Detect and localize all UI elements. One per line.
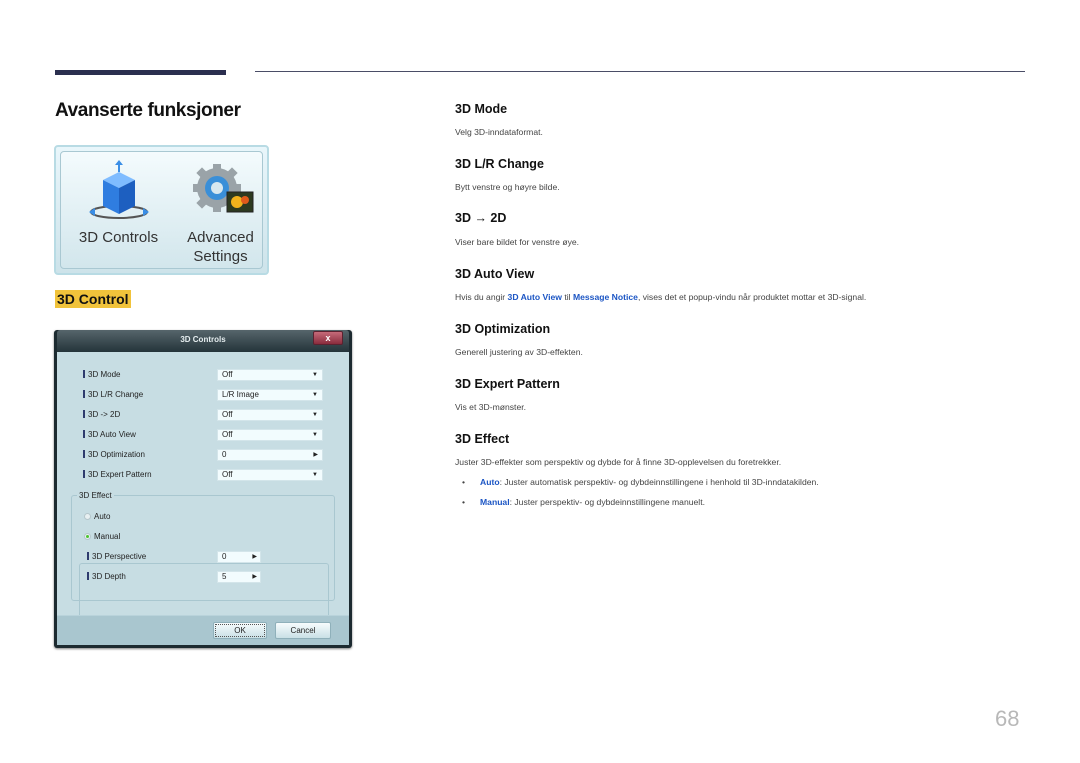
bullet-bar <box>83 430 85 438</box>
gear-picture-icon <box>192 164 253 213</box>
tile-3d-controls[interactable]: 3D Controls <box>71 160 166 247</box>
ok-button[interactable]: OK <box>213 622 267 639</box>
row-label-3d-perspective: 3D Perspective <box>87 552 146 561</box>
close-icon: x <box>325 333 331 343</box>
chevron-down-icon: ▼ <box>312 392 318 398</box>
chevron-down-icon: ▼ <box>312 412 318 418</box>
radio-selected-icon <box>84 533 91 540</box>
3d-cube-icon <box>88 160 149 219</box>
select-3d-expert-pattern[interactable]: Off ▼ <box>217 469 323 481</box>
term-3d-auto-view: 3D Auto View <box>507 292 562 302</box>
select-3d-lr-change[interactable]: L/R Image ▼ <box>217 389 323 401</box>
row-label-3d-mode: 3D Mode <box>83 370 120 379</box>
term-message-notice: Message Notice <box>572 292 638 302</box>
bullet-bar <box>83 410 85 418</box>
row-label-3d-optimization: 3D Optimization <box>83 450 145 459</box>
header-rule-thick <box>55 70 226 75</box>
3d-controls-dialog: 3D Controls x 3D Mode Off ▼ 3D L/R Change… <box>54 330 352 648</box>
tile-label-line2: Settings <box>193 248 248 265</box>
list-item-auto: • Auto: Juster automatisk perspektiv- og … <box>462 477 819 487</box>
close-button[interactable]: x <box>313 331 343 345</box>
bullet: • <box>462 477 466 487</box>
spinner-3d-perspective[interactable]: 0 ▶ <box>217 551 261 563</box>
chevron-right-icon[interactable]: ▶ <box>252 552 257 562</box>
bullet-bar <box>87 572 89 580</box>
bullet-bar <box>83 470 85 478</box>
tile-label-line1: Advanced <box>187 229 254 246</box>
text-3d-to-2d: Viser bare bildet for venstre øye. <box>455 237 580 247</box>
chevron-down-icon: ▼ <box>312 432 318 438</box>
term-manual: Manual <box>480 497 510 507</box>
heading-3d-optimization: 3D Optimization <box>455 322 551 336</box>
row-label-3d-expert-pattern: 3D Expert Pattern <box>83 470 152 479</box>
text-3d-optimization: Generell justering av 3D-effekten. <box>455 347 583 357</box>
bullet-bar <box>83 450 85 458</box>
page-number: 68 <box>995 706 1020 731</box>
chevron-right-icon[interactable]: ▶ <box>313 450 318 460</box>
spinner-3d-depth[interactable]: 5 ▶ <box>217 571 261 583</box>
bullet-bar <box>87 552 89 560</box>
heading-3d-lr-change: 3D L/R Change <box>455 157 544 171</box>
text-3d-effect: Juster 3D-effekter som perspektiv og dyb… <box>455 457 782 467</box>
heading-3d-expert-pattern: 3D Expert Pattern <box>455 377 560 391</box>
select-3d-to-2d[interactable]: Off ▼ <box>217 409 323 421</box>
spinner-3d-optimization[interactable]: 0 ▶ <box>217 449 323 461</box>
icon-panel-inner: 3D Controls Advanced Settings <box>60 151 263 269</box>
radio-auto[interactable]: Auto <box>84 512 110 521</box>
dialog-title: 3D Controls <box>180 335 226 344</box>
row-label-3d-auto-view: 3D Auto View <box>83 430 136 439</box>
row-label-3d-lr-change: 3D L/R Change <box>83 390 143 399</box>
icon-panel: 3D Controls Advanced Settings <box>54 145 269 275</box>
chevron-down-icon: ▼ <box>312 472 318 478</box>
text-3d-expert-pattern: Vis et 3D-mønster. <box>455 402 526 412</box>
tile-advanced-settings[interactable]: Advanced Settings <box>173 160 268 266</box>
bullet-bar <box>83 370 85 378</box>
bullet: • <box>462 497 466 507</box>
page-title: Avanserte funksjoner <box>55 100 241 121</box>
radio-manual[interactable]: Manual <box>84 532 124 541</box>
term-auto: Auto <box>480 477 500 487</box>
heading-3d-effect: 3D Effect <box>455 432 510 446</box>
effect-group-label: 3D Effect <box>77 491 114 500</box>
heading-3d-mode: 3D Mode <box>455 102 508 116</box>
dialog-footer: OK Cancel <box>57 615 349 645</box>
select-3d-mode[interactable]: Off ▼ <box>217 369 323 381</box>
tile-label: 3D Controls <box>78 229 159 246</box>
dialog-titlebar[interactable]: 3D Controls x <box>57 330 349 352</box>
bullet-bar <box>83 390 85 398</box>
text-3d-auto-view: Hvis du angir 3D Auto View til Message N… <box>455 292 867 302</box>
radio-icon <box>84 513 91 520</box>
header-rule-thin <box>255 71 1025 72</box>
chevron-right-icon[interactable]: ▶ <box>252 572 257 582</box>
text-3d-lr-change: Bytt venstre og høyre bilde. <box>455 182 560 192</box>
row-label-3d-depth: 3D Depth <box>87 572 126 581</box>
dialog-body: 3D Mode Off ▼ 3D L/R Change L/R Image ▼ 3D… <box>57 352 349 645</box>
list-item-manual: • Manual: Juster perspektiv- og dybdeinns… <box>462 497 705 507</box>
cancel-button[interactable]: Cancel <box>275 622 331 639</box>
row-label-3d-to-2d: 3D -> 2D <box>83 410 120 419</box>
section-badge: 3D Control <box>55 290 131 308</box>
heading-3d-auto-view: 3D Auto View <box>455 267 535 281</box>
heading-3d-to-2d: 3D → 2D <box>455 211 507 225</box>
select-3d-auto-view[interactable]: Off ▼ <box>217 429 323 441</box>
chevron-down-icon: ▼ <box>312 372 318 378</box>
text-3d-mode: Velg 3D-inndataformat. <box>455 127 543 137</box>
